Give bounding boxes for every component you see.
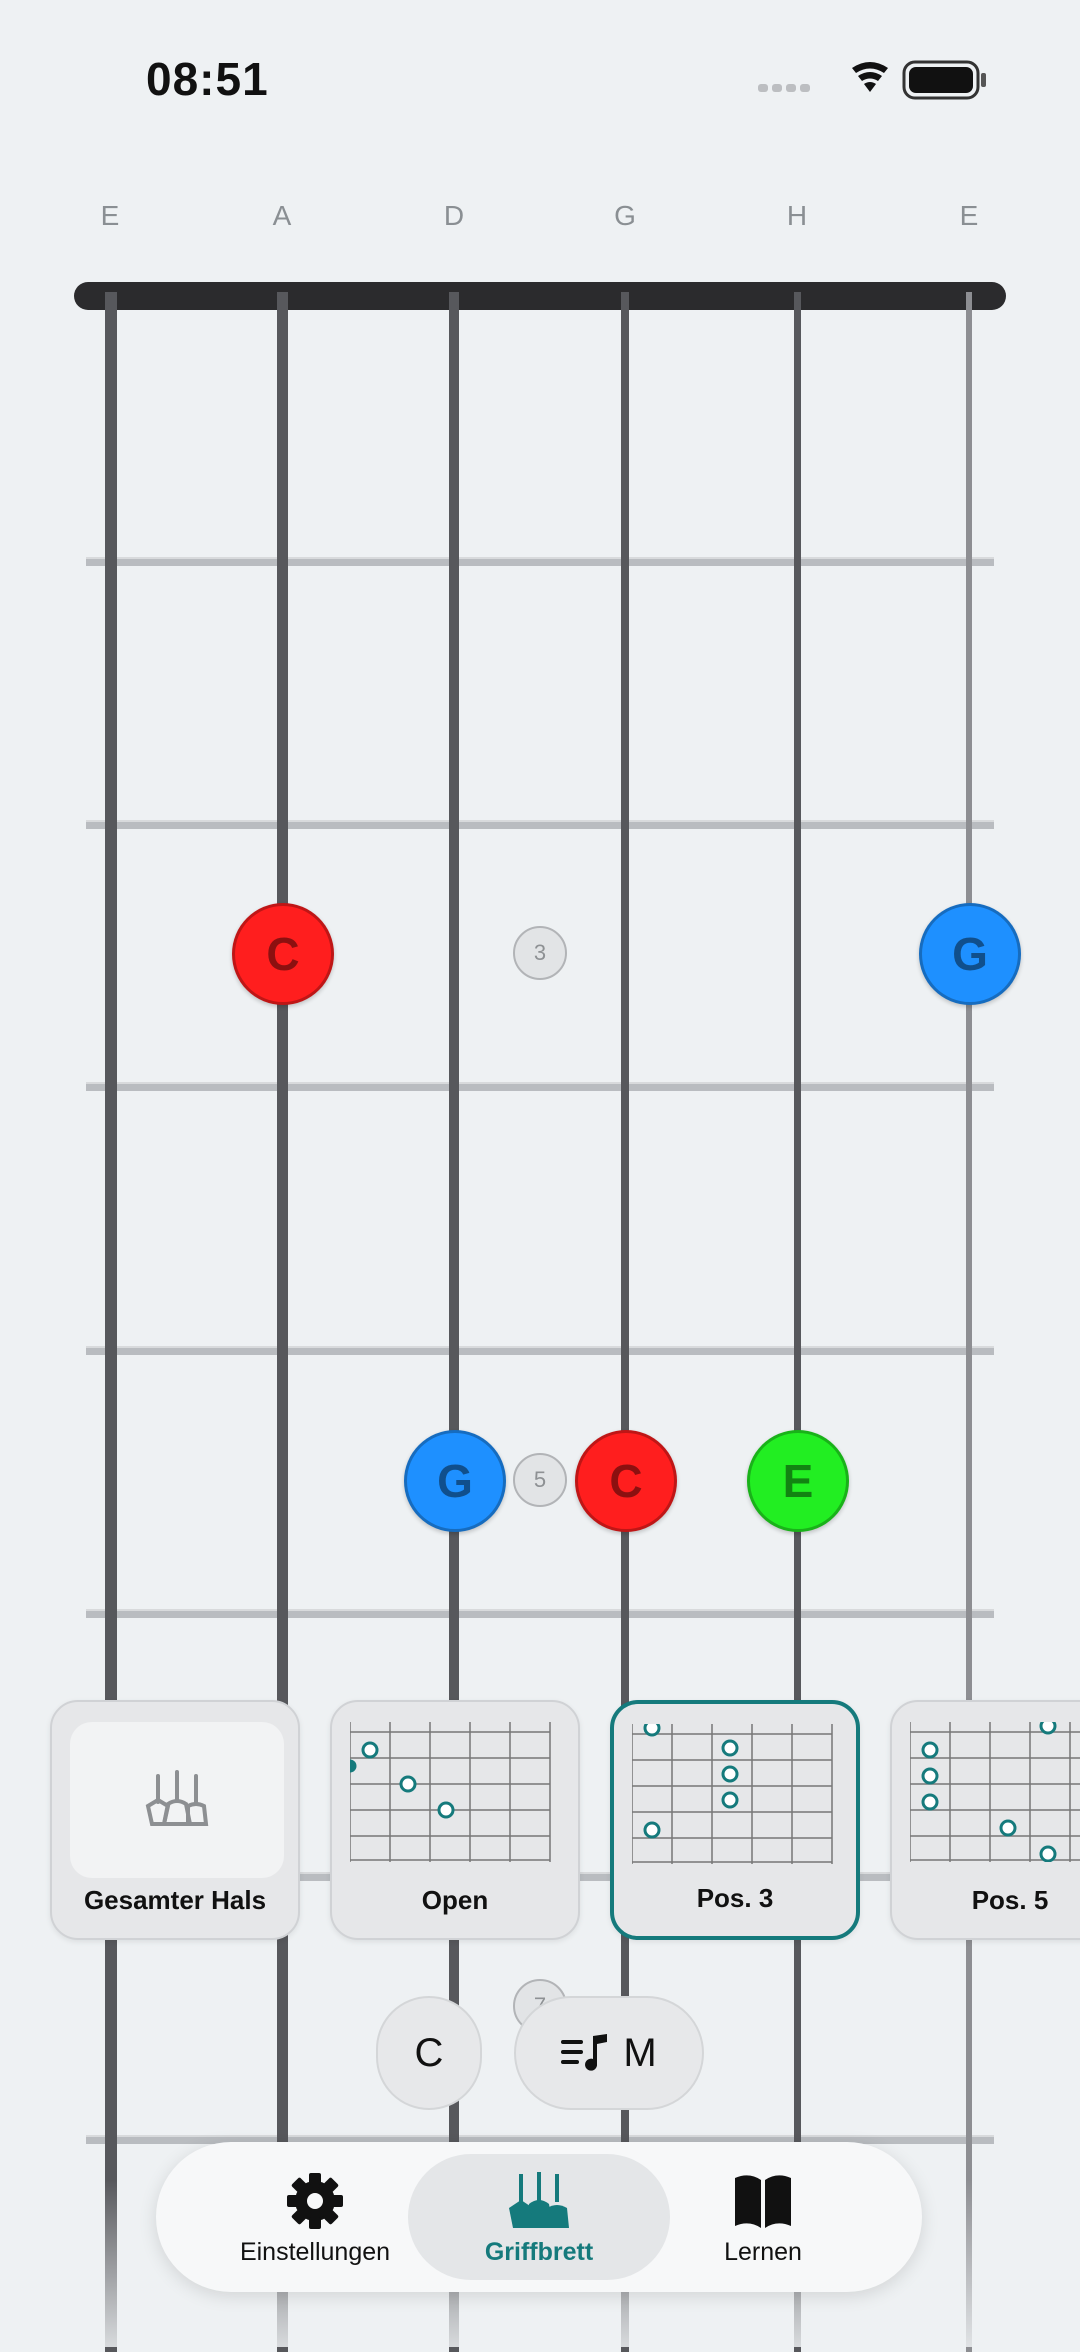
position-label: Pos. 3 [696,1883,774,1913]
position-label: Gesamter Hals [83,1885,267,1915]
position-label: Open [421,1885,489,1915]
string-1 [105,292,117,2352]
tab-label: Einstellungen [239,2238,391,2266]
music-list-icon [561,2034,608,2071]
tab-label: Griffbrett [484,2238,594,2266]
fret-4 [86,1346,994,1355]
string-label-4: G [614,200,636,231]
tab-label: Lernen [724,2238,802,2266]
tab-bar: Einstellungen Griffbrett Lernen [156,2142,922,2292]
card-icon-box [70,1722,284,1878]
position-card-whole-neck[interactable]: Gesamter Hals [50,1700,300,1940]
gear-icon [287,2173,343,2229]
position-card-open[interactable]: Open [330,1700,580,1940]
fret-marker: 5 [513,1453,567,1507]
fret-5 [86,1609,994,1618]
battery-icon [902,60,986,100]
string-label-1: E [100,200,120,231]
string-label-5: H [786,200,808,231]
fret-2 [86,820,994,829]
tab-griffbrett[interactable]: Griffbrett [408,2154,670,2280]
position-card-pos3[interactable]: Pos. 3 [610,1700,860,1940]
scale-button[interactable]: M [514,1996,704,2110]
fret-1 [86,557,994,566]
book-icon [735,2175,791,2228]
key-button[interactable]: C [376,1996,482,2110]
wifi-icon [852,62,888,92]
status-time: 08:51 [146,53,269,105]
chord-diagram [632,1724,833,1864]
string-6 [966,292,972,2352]
signal-icon [758,84,810,92]
note-dot[interactable]: G [919,903,1021,1005]
position-card-pos5[interactable]: Pos. 5 [890,1700,1080,1940]
fret-marker: 3 [513,926,567,980]
note-dot[interactable]: E [747,1430,849,1532]
note-dot[interactable]: G [404,1430,506,1532]
tab-einstellungen[interactable]: Einstellungen [184,2154,446,2280]
nut [74,282,1006,310]
chord-diagram [910,1722,1080,1862]
note-dot[interactable]: C [575,1430,677,1532]
string-2 [277,292,288,2352]
position-label: Pos. 5 [971,1885,1049,1915]
fret-3 [86,1082,994,1091]
string-5 [794,292,801,2352]
guitars-icon [145,1770,209,1826]
string-label-6: E [959,200,979,231]
string-label-3: D [443,200,465,231]
scale-label: M [623,2030,657,2075]
note-dot[interactable]: C [232,903,334,1005]
guitars-icon [509,2172,569,2228]
chord-diagram [350,1722,551,1862]
status-icons [758,58,988,102]
string-label-2: A [272,200,292,231]
tab-lernen[interactable]: Lernen [632,2154,894,2280]
